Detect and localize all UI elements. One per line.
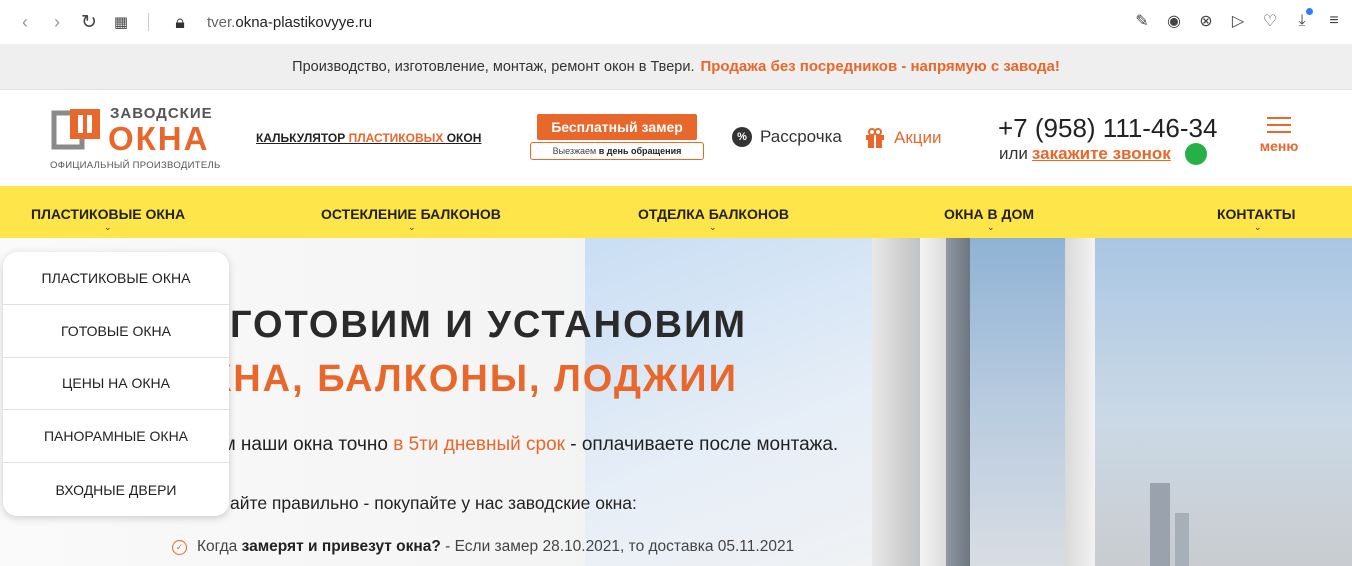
chevron-down-icon: ⌄ (104, 222, 112, 232)
hero-text1-pre: ем наши окна точно (212, 434, 394, 455)
dropdown-item-window-prices[interactable]: ЦЕНЫ НА ОКНА (3, 358, 229, 411)
gift-icon (866, 128, 884, 148)
main-nav: ПЛАСТИКОВЫЕ ОКНА ⌄ ОСТЕКЛЕНИЕ БАЛКОНОВ ⌄… (0, 186, 1352, 238)
hero-list-item: ✓ Когда замерят и привезут окна? - Если … (172, 538, 794, 556)
check-icon: ✓ (172, 539, 187, 555)
lock-icon[interactable]: 🔒︎ (169, 11, 191, 33)
window-glass (1095, 238, 1352, 566)
hero-text2: айте правильно - покупайте у нас заводск… (230, 493, 637, 513)
city-building (1150, 483, 1170, 566)
send-icon[interactable]: ▷ (1228, 10, 1248, 32)
callback-line: или закажите звонок (999, 143, 1207, 165)
hamburger-icon (1267, 117, 1291, 133)
browser-tools: ✎ ◉ ⊗ ▷ ♡ ⤓ ≡ (1132, 8, 1344, 32)
callback-pre: или (999, 144, 1028, 163)
window-frame (872, 238, 920, 566)
nav-item-plastic-windows[interactable]: ПЛАСТИКОВЫЕ ОКНА (31, 206, 185, 222)
calc-part2: ПЛАСТИКОВЫХ (348, 131, 444, 145)
toolbar-divider (148, 13, 149, 31)
nav-item-contacts[interactable]: КОНТАКТЫ (1217, 206, 1295, 222)
installment-link[interactable]: % Рассрочка (732, 127, 842, 147)
address-bar[interactable]: tver.okna-plastikovyye.ru (207, 14, 372, 31)
logo-tagline: ОФИЦИАЛЬНЫЙ ПРОИЗВОДИТЕЛЬ (50, 160, 221, 171)
window-frame (946, 238, 970, 566)
info-strip: Производство, изготовление, монтаж, ремо… (0, 44, 1352, 90)
chevron-down-icon: ⌄ (408, 222, 416, 232)
li-bold: замерят и привезут окна? (241, 538, 441, 555)
measure-sub-bold: в день обращения (598, 146, 682, 156)
hero-list-text: Когда замерят и привезут окна? - Если за… (197, 538, 794, 556)
download-icon[interactable]: ⤓ (1292, 8, 1313, 32)
whatsapp-icon[interactable] (1184, 143, 1207, 165)
calc-part1: КАЛЬКУЛЯТОР (256, 131, 349, 145)
nav-dropdown: ПЛАСТИКОВЫЕ ОКНА ГОТОВЫЕ ОКНА ЦЕНЫ НА ОК… (3, 252, 229, 516)
logo-line2: ОКНА (108, 120, 210, 157)
dropdown-item-entrance-doors[interactable]: ВХОДНЫЕ ДВЕРИ (3, 463, 229, 516)
strip-accent: Продажа без посредников - напрямую с зав… (700, 58, 1060, 75)
logo[interactable]: ЗАВОДСКИЕ ОКНА ОФИЦИАЛЬНЫЙ ПРОИЗВОДИТЕЛЬ (48, 105, 228, 175)
percent-icon: % (732, 127, 752, 147)
heart-icon[interactable]: ♡ (1260, 10, 1280, 32)
installment-label: Рассрочка (760, 127, 842, 146)
nav-item-balcony-glazing[interactable]: ОСТЕКЛЕНИЕ БАЛКОНОВ (321, 206, 501, 222)
hero-title-line2: КНА, БАЛКОНЫ, ЛОДЖИИ (208, 358, 738, 400)
phone-number[interactable]: +7 (958) 111-46-34 (998, 113, 1217, 144)
hero-window-image (585, 238, 875, 566)
strip-text: Производство, изготовление, монтаж, ремо… (292, 58, 695, 75)
chevron-down-icon: ⌄ (709, 222, 717, 232)
callback-link[interactable]: закажите звонок (1032, 144, 1171, 164)
calc-part3: ОКОН (443, 131, 482, 145)
url-domain: okna-plastikovyye.ru (235, 13, 373, 31)
nav-item-home-windows[interactable]: ОКНА В ДОМ (944, 206, 1034, 222)
menu-label: меню (1259, 138, 1299, 154)
promo-label: Акции (894, 128, 942, 147)
nav-item-balcony-finishing[interactable]: ОТДЕЛКА БАЛКОНОВ (638, 206, 789, 222)
shield-x-icon[interactable]: ⊗ (1196, 10, 1216, 32)
site-header: ЗАВОДСКИЕ ОКНА ОФИЦИАЛЬНЫЙ ПРОИЗВОДИТЕЛЬ… (0, 91, 1352, 186)
dropdown-item-ready-windows[interactable]: ГОТОВЫЕ ОКНА (3, 305, 229, 358)
back-icon[interactable]: ‹ (14, 11, 36, 33)
edit-icon[interactable]: ✎ (1132, 10, 1152, 32)
hero-text1-post: - оплачиваете после монтажа. (564, 434, 839, 455)
camera-icon[interactable]: ◉ (1164, 10, 1184, 32)
li-pre: Когда (197, 538, 242, 555)
dropdown-item-plastic-windows[interactable]: ПЛАСТИКОВЫЕ ОКНА (3, 252, 229, 305)
chevron-down-icon: ⌄ (1254, 222, 1262, 232)
free-measure-block: Бесплатный замер Выезжаем в день обращен… (530, 114, 704, 160)
measure-subtext: Выезжаем в день обращения (530, 142, 704, 160)
hero-text1: ем наши окна точно в 5ти дневный срок - … (212, 434, 838, 456)
window-frame (920, 238, 946, 566)
hero-title-line1: ГОТОВИМ И УСТАНОВИМ (230, 304, 748, 346)
forward-icon[interactable]: › (46, 11, 68, 33)
calculator-link[interactable]: КАЛЬКУЛЯТОР ПЛАСТИКОВЫХ ОКОН (256, 131, 481, 145)
hero-text1-accent: в 5ти дневный срок (393, 434, 565, 455)
menu-button[interactable]: меню (1257, 117, 1301, 154)
window-frame (1065, 238, 1095, 566)
browser-toolbar: ‹ › ↻ ▦ 🔒︎ tver.okna-plastikovyye.ru ✎ ◉… (0, 0, 1352, 44)
li-post: - Если замер 28.10.2021, то доставка 05.… (440, 538, 795, 555)
city-building (1175, 513, 1189, 566)
tabs-grid-icon[interactable]: ▦ (110, 11, 132, 33)
logo-mark-icon (51, 109, 100, 150)
window-glass (970, 238, 1065, 566)
promo-link[interactable]: Акции (864, 127, 942, 149)
reload-icon[interactable]: ↻ (78, 11, 100, 33)
browser-nav: ‹ › ↻ ▦ 🔒︎ (0, 11, 191, 33)
measure-sub-pre: Выезжаем (552, 146, 599, 156)
dropdown-item-panoramic-windows[interactable]: ПАНОРАМНЫЕ ОКНА (3, 410, 229, 464)
url-prefix: tver. (207, 13, 236, 31)
free-measure-button[interactable]: Бесплатный замер (537, 114, 697, 140)
chevron-down-icon: ⌄ (987, 222, 995, 232)
settings-icon[interactable]: ≡ (1324, 10, 1344, 32)
